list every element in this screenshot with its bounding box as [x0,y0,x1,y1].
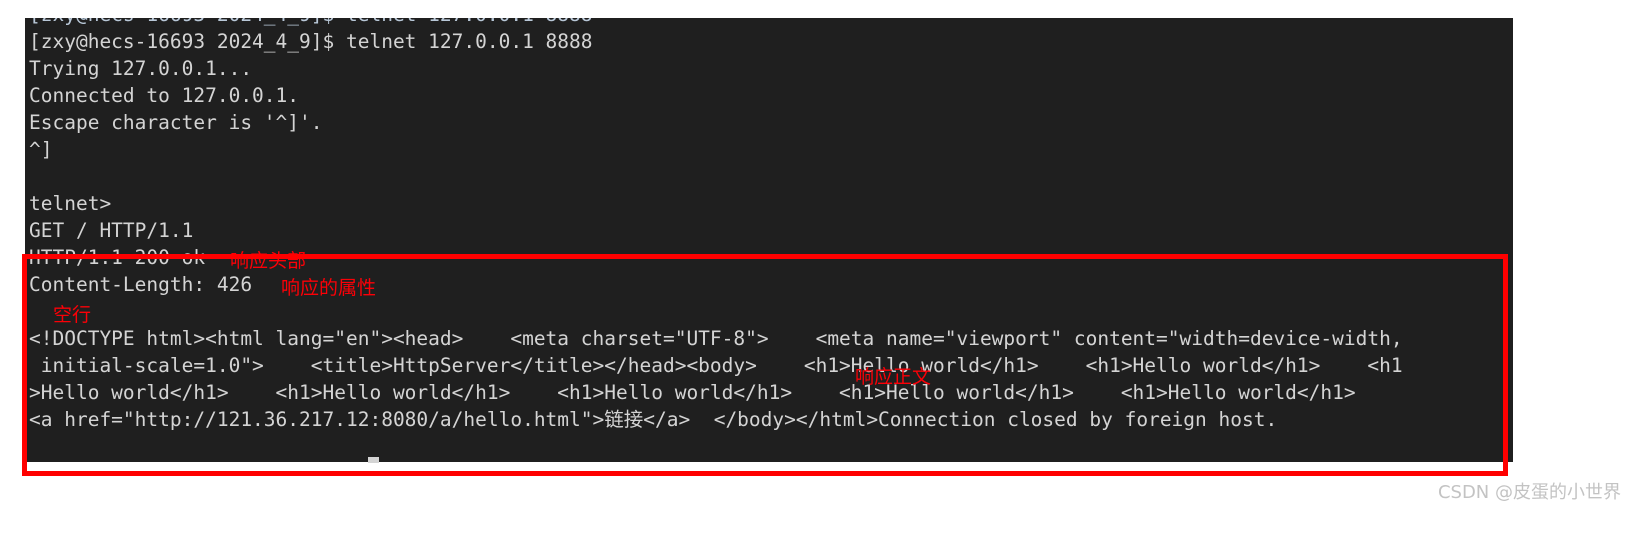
annotation-blank-line: 空行 [53,304,92,326]
terminal-line-body-1: <!DOCTYPE html><html lang="en"><head> <m… [29,327,1403,350]
csdn-watermark: CSDN @皮蛋的小世界 [1437,482,1621,503]
terminal-line-get-request: GET / HTTP/1.1 [29,219,194,242]
terminal-window[interactable]: [zxy@hecs-16693 2024_4_9]$ telnet 127.0.… [25,18,1513,462]
terminal-line-content-length: Content-Length: 426 [29,273,253,296]
terminal-line-escape-character: Escape character is '^]'. [29,111,323,134]
terminal-line-escape-sequence: ^] [29,138,53,161]
terminal-line-prompt-command: [zxy@hecs-16693 2024_4_9]$ telnet 127.0.… [29,30,593,53]
terminal-line-clipped: [zxy@hecs-16693 2024_4_9]$ telnet 127.0.… [29,18,593,28]
terminal-cursor [368,457,379,463]
annotation-response-header: 响应头部 [230,250,307,272]
terminal-line-trying: Trying 127.0.0.1... [29,57,253,80]
annotation-response-body: 响应正文 [855,366,932,388]
terminal-line-telnet-prompt: telnet> [29,192,112,215]
terminal-line-body-4: <a href="http://121.36.217.12:8080/a/hel… [29,408,1278,431]
terminal-line-body-2: initial-scale=1.0"> <title>HttpServer</t… [29,354,1403,377]
terminal-line-status-line: HTTP/1.1 200 ok [29,246,206,269]
terminal-line-body-3: >Hello world</h1> <h1>Hello world</h1> <… [29,381,1356,404]
terminal-line-connected: Connected to 127.0.0.1. [29,84,300,107]
annotation-response-attributes: 响应的属性 [281,277,377,299]
